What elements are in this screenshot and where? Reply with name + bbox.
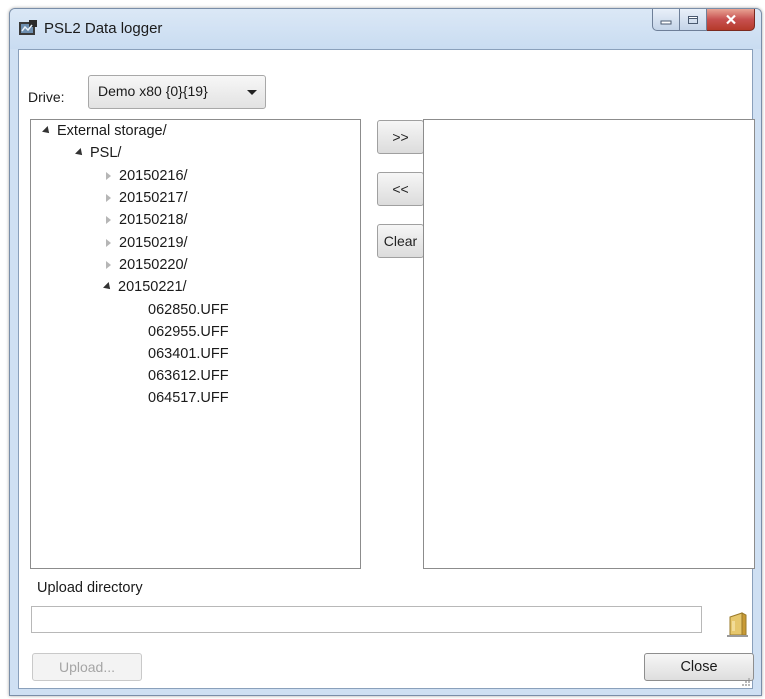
tree-file-label: 062955.UFF bbox=[148, 324, 229, 340]
upload-button-label: Upload... bbox=[58, 659, 116, 675]
close-icon bbox=[725, 14, 736, 25]
maximize-icon bbox=[688, 15, 698, 24]
collapsed-arrow-icon bbox=[106, 216, 111, 225]
tree-node-label: 20150216/ bbox=[119, 168, 188, 184]
client-area: Drive: Demo x80 {0}{19} External storage… bbox=[18, 49, 755, 689]
tree-file[interactable]: 062955.UFF bbox=[148, 322, 229, 342]
expanded-arrow-icon bbox=[42, 126, 52, 137]
caption-buttons bbox=[652, 9, 755, 31]
tree-file-label: 063612.UFF bbox=[148, 368, 229, 384]
tree-node-label: 20150221/ bbox=[118, 279, 187, 295]
collapsed-arrow-icon bbox=[106, 239, 111, 248]
expanded-arrow-icon bbox=[75, 148, 85, 159]
minimize-icon bbox=[660, 20, 672, 24]
chevron-down-icon bbox=[247, 90, 257, 95]
maximize-button[interactable] bbox=[680, 9, 707, 31]
add-selected-button[interactable]: >> bbox=[377, 120, 424, 154]
upload-directory-input[interactable] bbox=[31, 606, 702, 633]
tree-node[interactable]: 20150219/ bbox=[106, 233, 188, 253]
tree-node[interactable]: 20150220/ bbox=[106, 255, 188, 275]
resize-grip-icon[interactable] bbox=[741, 677, 751, 687]
tree-file-label: 063401.UFF bbox=[148, 346, 229, 362]
tree-file[interactable]: 063612.UFF bbox=[148, 366, 229, 386]
tree-node[interactable]: PSL/ bbox=[75, 143, 122, 163]
close-button-label: Close bbox=[680, 659, 718, 675]
drive-label: Drive: bbox=[28, 89, 65, 105]
close-window-button[interactable] bbox=[707, 9, 755, 31]
clear-button[interactable]: Clear bbox=[377, 224, 424, 258]
source-tree[interactable]: External storage/ PSL/ 20150216/ 2015021… bbox=[30, 119, 361, 569]
tree-node[interactable]: 20150217/ bbox=[106, 188, 188, 208]
tree-node-label: External storage/ bbox=[57, 123, 167, 139]
upload-directory-label: Upload directory bbox=[37, 580, 143, 596]
expanded-arrow-icon bbox=[103, 282, 113, 293]
collapsed-arrow-icon bbox=[106, 261, 111, 270]
drive-select-value: Demo x80 {0}{19} bbox=[98, 83, 208, 99]
drive-select[interactable]: Demo x80 {0}{19} bbox=[88, 75, 266, 109]
remove-selected-label: << bbox=[392, 181, 409, 197]
tree-node[interactable]: External storage/ bbox=[42, 121, 167, 141]
tree-file[interactable]: 064517.UFF bbox=[148, 388, 229, 408]
tree-node[interactable]: 20150221/ bbox=[103, 277, 187, 297]
tree-node-label: 20150217/ bbox=[119, 190, 188, 206]
tree-file-label: 062850.UFF bbox=[148, 302, 229, 318]
tree-file[interactable]: 063401.UFF bbox=[148, 344, 229, 364]
browse-folder-icon[interactable] bbox=[727, 611, 749, 637]
clear-label: Clear bbox=[383, 233, 418, 249]
upload-button[interactable]: Upload... bbox=[32, 653, 142, 681]
tree-file-label: 064517.UFF bbox=[148, 390, 229, 406]
tree-node-label: PSL/ bbox=[90, 145, 122, 161]
collapsed-arrow-icon bbox=[106, 172, 111, 181]
tree-node-label: 20150218/ bbox=[119, 212, 188, 228]
app-window: PSL2 Data logger Drive: Demo x80 {0}{19}… bbox=[9, 8, 762, 696]
collapsed-arrow-icon bbox=[106, 194, 111, 203]
tree-node[interactable]: 20150216/ bbox=[106, 166, 188, 186]
close-button[interactable]: Close bbox=[644, 653, 754, 681]
tree-file[interactable]: 062850.UFF bbox=[148, 300, 229, 320]
window-title: PSL2 Data logger bbox=[44, 20, 163, 37]
tree-node-label: 20150219/ bbox=[119, 235, 188, 251]
add-selected-label: >> bbox=[392, 129, 409, 145]
minimize-button[interactable] bbox=[652, 9, 680, 31]
selected-files-list[interactable] bbox=[423, 119, 755, 569]
tree-node[interactable]: 20150218/ bbox=[106, 210, 188, 230]
app-icon bbox=[19, 20, 37, 35]
remove-selected-button[interactable]: << bbox=[377, 172, 424, 206]
title-bar[interactable]: PSL2 Data logger bbox=[10, 9, 761, 49]
tree-node-label: 20150220/ bbox=[119, 257, 188, 273]
